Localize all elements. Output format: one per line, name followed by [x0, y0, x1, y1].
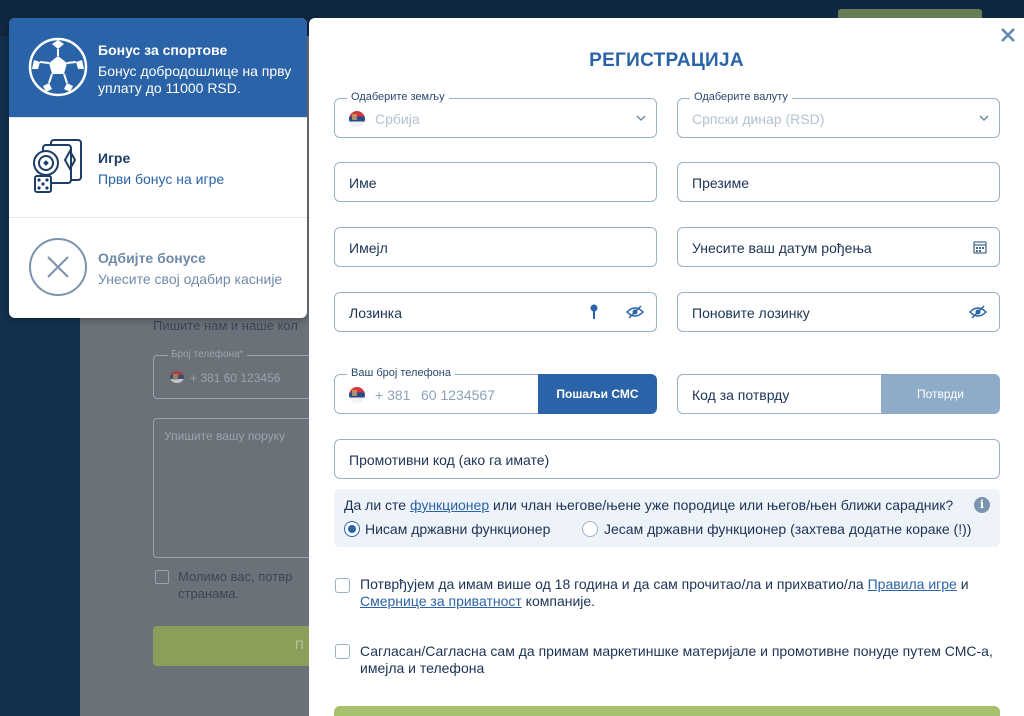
soccer-ball-icon [28, 37, 88, 97]
eye-hidden-icon[interactable] [626, 305, 644, 319]
pep-radio-yes[interactable] [582, 521, 598, 537]
serbia-flag-icon [349, 387, 365, 403]
chevron-down-icon [979, 115, 989, 122]
bonus-games-title: Игре [98, 150, 131, 166]
pep-question-before: Да ли сте [344, 497, 410, 513]
last-name-placeholder: Презиме [692, 175, 749, 191]
currency-value: Српски динар (RSD) [692, 111, 825, 127]
background-phone-label: Број телефона* [168, 349, 247, 360]
email-placeholder: Имејл [349, 240, 388, 256]
bonus-decline-title: Одбијте бонусе [98, 250, 206, 266]
phone-placeholder: 60 1234567 [421, 387, 495, 403]
birthdate-placeholder: Унесите ваш датум рођења [692, 240, 872, 256]
marketing-checkbox[interactable] [335, 644, 350, 659]
pep-option-no-label[interactable]: Нисам државни функционер [365, 521, 550, 537]
registration-modal: РЕГИСТРАЦИЈА Одаберите земљу Србија Одаб… [309, 18, 1024, 716]
verification-code-placeholder: Код за потврду [692, 387, 790, 403]
background-consent-text: Молимо вас, потвр странама. [178, 568, 292, 602]
serbia-flag-icon [170, 371, 184, 383]
currency-label: Одаберите валуту [690, 91, 792, 103]
email-field[interactable]: Имејл [334, 227, 657, 267]
bonus-decline-desc: Унесите свој одабир касније [98, 271, 283, 287]
bonus-games-desc: Први бонус на игре [98, 171, 225, 187]
pep-option-yes-label[interactable]: Јесам државни функционер (захтева додатн… [604, 521, 971, 537]
modal-title: РЕГИСТРАЦИЈА [589, 50, 744, 71]
bonus-sports-title: Бонус за спортове [98, 42, 228, 58]
key-icon[interactable] [589, 304, 599, 320]
pep-question-box: Да ли сте функционер или члан његове/њен… [334, 489, 1000, 547]
bonus-option-games[interactable]: Игре Први бонус на игре [9, 118, 307, 218]
official-link[interactable]: функционер [410, 497, 489, 513]
password-repeat-placeholder: Поновите лозинку [692, 305, 810, 321]
background-phone-field: Број телефона* + 381 60 123456 [153, 349, 313, 399]
calendar-icon[interactable] [973, 240, 987, 254]
terms-checkbox[interactable] [335, 578, 350, 593]
bonus-sports-desc: Бонус добродошлице на прву уплату до 110… [98, 63, 292, 96]
terms-text-after: компаније. [521, 593, 596, 609]
terms-text-before: Потврђујем да имам више од 18 година и д… [360, 576, 868, 592]
currency-select[interactable]: Одаберите валуту Српски динар (RSD) [677, 91, 1000, 138]
background-phone-value: + 381 60 123456 [190, 371, 281, 385]
bonus-option-sports[interactable]: Бонус за спортове Бонус добродошлице на … [9, 18, 307, 118]
terms-text-mid: и [956, 576, 969, 592]
game-rules-link[interactable]: Правила игре [868, 576, 957, 592]
background-send-button-label: П [295, 638, 304, 652]
close-icon [1001, 28, 1015, 42]
background-consent-line2: странама. [178, 586, 240, 601]
chevron-down-icon [636, 115, 646, 122]
background-contact-text: Пишите нам и наше кол [153, 318, 298, 333]
terms-text: Потврђујем да имам више од 18 година и д… [360, 576, 1000, 610]
country-label: Одаберите земљу [347, 91, 449, 103]
first-name-field[interactable]: Име [334, 162, 657, 202]
background-message-placeholder: Упишите вашу поруку [164, 429, 285, 443]
marketing-text: Сагласан/Сагласна сам да примам маркетин… [360, 643, 993, 676]
confirm-code-button[interactable]: Потврди [881, 374, 1000, 414]
password-field[interactable]: Лозинка [334, 292, 657, 332]
background-send-button: П [153, 626, 313, 666]
privacy-policy-link[interactable]: Смернице за приватност [360, 593, 522, 609]
last-name-field[interactable]: Презиме [677, 162, 1000, 202]
bonus-panel: Бонус за спортове Бонус добродошлице на … [9, 18, 307, 318]
verification-code-field[interactable]: Код за потврду [677, 374, 887, 414]
phone-country-code: + 381 [375, 387, 411, 403]
country-value: Србија [375, 111, 420, 127]
pep-question-after: или члан његове/њене уже породице или ње… [489, 497, 954, 513]
background-message-field: Упишите вашу поруку [153, 418, 313, 558]
eye-hidden-icon[interactable] [969, 305, 987, 319]
register-button[interactable] [334, 706, 1000, 716]
send-sms-button[interactable]: Пошаљи СМС [538, 374, 657, 414]
birthdate-field[interactable]: Унесите ваш датум рођења [677, 227, 1000, 267]
promo-code-placeholder: Промотивни код (ако га имате) [349, 452, 550, 468]
background-consent-checkbox [155, 570, 169, 584]
info-icon[interactable]: i [974, 497, 990, 513]
casino-cards-icon [33, 139, 82, 193]
phone-label: Ваш број телефона [347, 367, 455, 379]
close-button[interactable] [997, 24, 1019, 46]
phone-field[interactable]: Ваш број телефона + 381 60 1234567 [334, 367, 544, 414]
serbia-flag-icon [349, 111, 365, 127]
pep-question: Да ли сте функционер или члан његове/њен… [344, 497, 953, 513]
bonus-option-decline[interactable]: Одбијте бонусе Унесите свој одабир касни… [9, 218, 307, 318]
password-repeat-field[interactable]: Поновите лозинку [677, 292, 1000, 332]
background-consent-line1: Молимо вас, потвр [178, 569, 293, 584]
first-name-placeholder: Име [349, 175, 377, 191]
pep-radio-no[interactable] [344, 521, 360, 537]
decline-icon [29, 238, 87, 296]
promo-code-field[interactable]: Промотивни код (ако га имате) [334, 439, 1000, 479]
password-placeholder: Лозинка [349, 305, 403, 321]
country-select[interactable]: Одаберите земљу Србија [334, 91, 657, 138]
